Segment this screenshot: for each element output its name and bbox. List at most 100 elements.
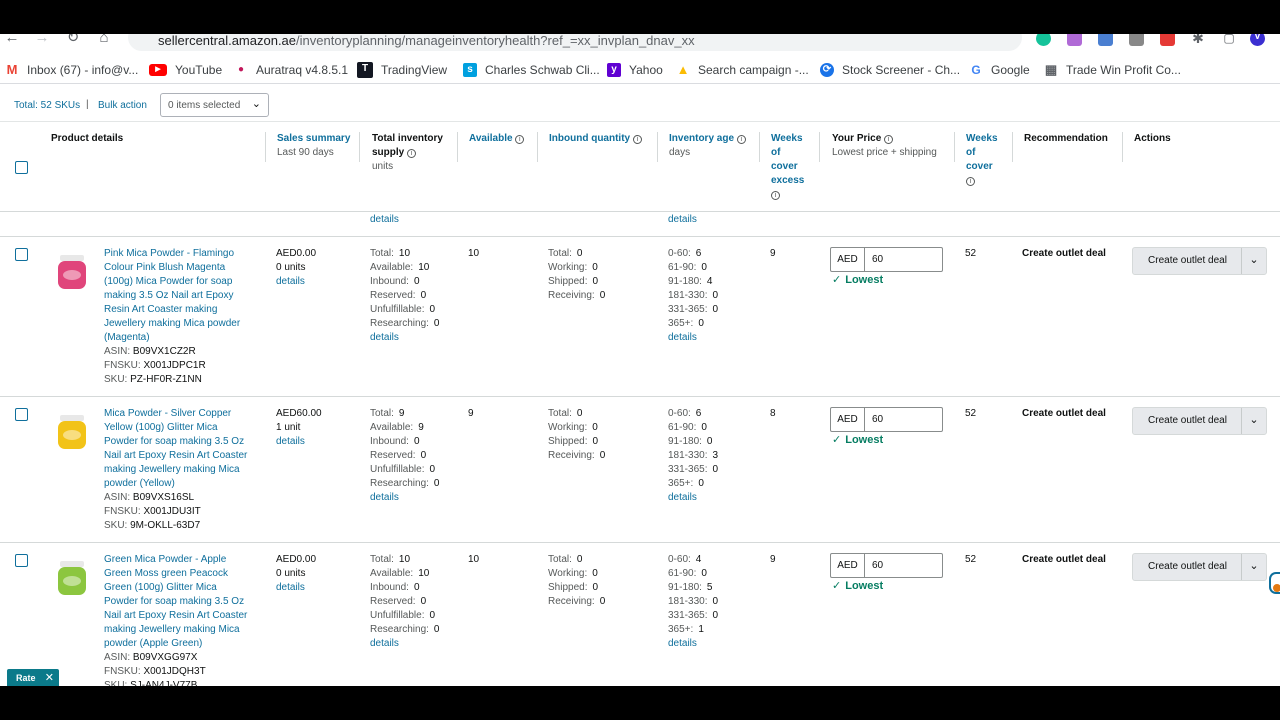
reload-icon[interactable]: ↻: [63, 34, 83, 52]
supply-details-link[interactable]: details: [370, 637, 439, 651]
currency-label: AED: [831, 248, 865, 271]
product-title-link[interactable]: Pink Mica Powder - Flamingo Colour Pink …: [104, 247, 252, 345]
info-icon[interactable]: i: [736, 135, 746, 144]
bookmark-item[interactable]: ▦ Trade Win Profit Co...: [1044, 62, 1181, 78]
row-checkbox[interactable]: [15, 248, 28, 261]
bookmark-item[interactable]: ⟳ Stock Screener - Ch...: [820, 62, 960, 78]
toolbar-separator: |: [86, 99, 89, 110]
puzzle-icon[interactable]: ✱: [1190, 34, 1206, 46]
available-value: 10: [468, 248, 480, 259]
tab-icon[interactable]: ▢: [1221, 34, 1237, 46]
home-icon[interactable]: ⌂: [94, 34, 114, 52]
supply-details-link[interactable]: details: [370, 491, 439, 505]
row-checkbox[interactable]: [15, 554, 28, 567]
header-weeks-of-cover-excess[interactable]: Weeks of cover excess i: [771, 132, 804, 202]
bookmark-item[interactable]: ▶ YouTube: [149, 62, 222, 78]
product-thumbnail[interactable]: [55, 558, 89, 598]
header-inbound-quantity[interactable]: Inbound quantity i: [549, 132, 642, 146]
age-details-link[interactable]: details: [668, 637, 718, 651]
info-icon[interactable]: i: [407, 149, 417, 158]
address-bar[interactable]: sellercentral.amazon.ae/inventoryplannin…: [128, 34, 1022, 51]
column-divider: [657, 132, 658, 162]
check-icon: ✓: [832, 274, 842, 286]
supply-details-link[interactable]: details: [370, 213, 399, 227]
lowest-price-badge: ✓ Lowest: [832, 274, 884, 286]
bulk-action-label: Bulk action: [98, 100, 147, 111]
search-icon[interactable]: ⌕: [934, 34, 950, 36]
profile-avatar[interactable]: V: [1250, 34, 1265, 46]
bookmark-item[interactable]: y Yahoo: [607, 62, 663, 78]
lowest-price-badge: ✓ Lowest: [832, 434, 884, 446]
sales-summary-cell: AED0.00 0 units details: [276, 553, 316, 595]
grammarly-icon[interactable]: [1036, 34, 1051, 46]
sales-units: 1 unit: [276, 422, 301, 433]
extension-icon[interactable]: [1098, 34, 1113, 46]
chevron-down-icon[interactable]: ⌄: [1241, 554, 1266, 580]
bookmark-item[interactable]: ● Auratraq v4.8.5.1: [234, 62, 348, 78]
back-icon[interactable]: ←: [2, 34, 22, 52]
header-inventory-age[interactable]: Inventory age i days: [669, 132, 746, 160]
header-total-inventory[interactable]: Total inventory supply i units: [372, 132, 443, 174]
sales-details-link[interactable]: details: [276, 435, 322, 449]
bookmark-item[interactable]: T TradingView: [357, 62, 447, 78]
close-icon[interactable]: ✕: [45, 671, 54, 684]
product-thumbnail[interactable]: [55, 412, 89, 452]
sales-details-link[interactable]: details: [276, 275, 316, 289]
create-outlet-deal-button[interactable]: Create outlet deal ⌄: [1132, 407, 1267, 435]
product-thumbnail[interactable]: [55, 252, 89, 292]
price-input[interactable]: AED 60: [830, 407, 943, 432]
camera-icon[interactable]: [1129, 34, 1144, 46]
recommendation-text: Create outlet deal: [1022, 554, 1106, 565]
extension-icon[interactable]: [1067, 34, 1082, 46]
assistant-float-icon[interactable]: [1269, 572, 1280, 594]
info-icon[interactable]: i: [632, 135, 642, 144]
header-your-price: Your Price i Lowest price + shipping: [832, 133, 937, 158]
sales-details-link[interactable]: details: [276, 581, 316, 595]
chevron-down-icon[interactable]: ⌄: [1241, 408, 1266, 434]
header-actions: Actions: [1134, 133, 1171, 144]
bulk-action-select[interactable]: 0 items selected ⌄: [160, 93, 269, 117]
product-title-link[interactable]: Mica Powder - Silver Copper Yellow (100g…: [104, 407, 252, 491]
age-details-link[interactable]: details: [668, 331, 718, 345]
supply-details-link[interactable]: details: [370, 331, 439, 345]
column-divider: [457, 132, 458, 162]
row-checkbox[interactable]: [15, 408, 28, 421]
currency-label: AED: [831, 408, 865, 431]
notification-dot: [1273, 584, 1280, 592]
rate-feedback-tab[interactable]: Rate ✕: [7, 669, 59, 686]
info-icon[interactable]: i: [515, 135, 525, 144]
header-sales-summary[interactable]: Sales summary Last 90 days: [277, 132, 350, 160]
bookmark-item[interactable]: G Google: [969, 62, 1030, 78]
bookmark-star-icon[interactable]: ☆: [996, 34, 1012, 36]
create-outlet-deal-button[interactable]: Create outlet deal ⌄: [1132, 247, 1267, 275]
inbound-cell: Total: 0 Working: 0 Shipped: 0 Receiving: 0: [548, 248, 606, 301]
info-icon[interactable]: i: [966, 177, 975, 186]
sales-amount: AED60.00: [276, 408, 322, 419]
chevron-down-icon: ⌄: [251, 98, 261, 110]
table-row-partial: details details: [0, 212, 1280, 237]
age-details-link[interactable]: details: [668, 213, 697, 227]
check-icon: ✓: [832, 434, 842, 446]
chevron-down-icon[interactable]: ⌄: [1241, 248, 1266, 274]
age-details-link[interactable]: details: [668, 491, 718, 505]
price-input[interactable]: AED 60: [830, 553, 943, 578]
fnsku-text: FNSKU: X001JDPC1R: [104, 360, 206, 371]
create-outlet-deal-button[interactable]: Create outlet deal ⌄: [1132, 553, 1267, 581]
bookmark-item[interactable]: ▲ Search campaign -...: [676, 62, 809, 78]
bookmark-item[interactable]: M Inbox (67) - info@v...: [5, 62, 138, 78]
select-all-checkbox[interactable]: [15, 161, 28, 174]
header-weeks-of-cover[interactable]: Weeks of cover i: [966, 132, 998, 188]
recommendation-text: Create outlet deal: [1022, 248, 1106, 259]
bookmark-item[interactable]: s Charles Schwab Cli...: [463, 62, 600, 78]
extension-icon[interactable]: [1160, 34, 1175, 46]
forward-icon[interactable]: →: [32, 34, 52, 52]
sales-units: 0 units: [276, 262, 306, 273]
info-icon[interactable]: i: [884, 135, 894, 144]
header-available[interactable]: Available i: [469, 132, 525, 146]
top-letterbox: [0, 0, 1280, 34]
recommendation-text: Create outlet deal: [1022, 408, 1106, 419]
product-title-link[interactable]: Green Mica Powder - Apple Green Moss gre…: [104, 553, 252, 651]
price-input[interactable]: AED 60: [830, 247, 943, 272]
share-icon[interactable]: ⇪: [966, 34, 982, 36]
info-icon[interactable]: i: [771, 191, 780, 200]
